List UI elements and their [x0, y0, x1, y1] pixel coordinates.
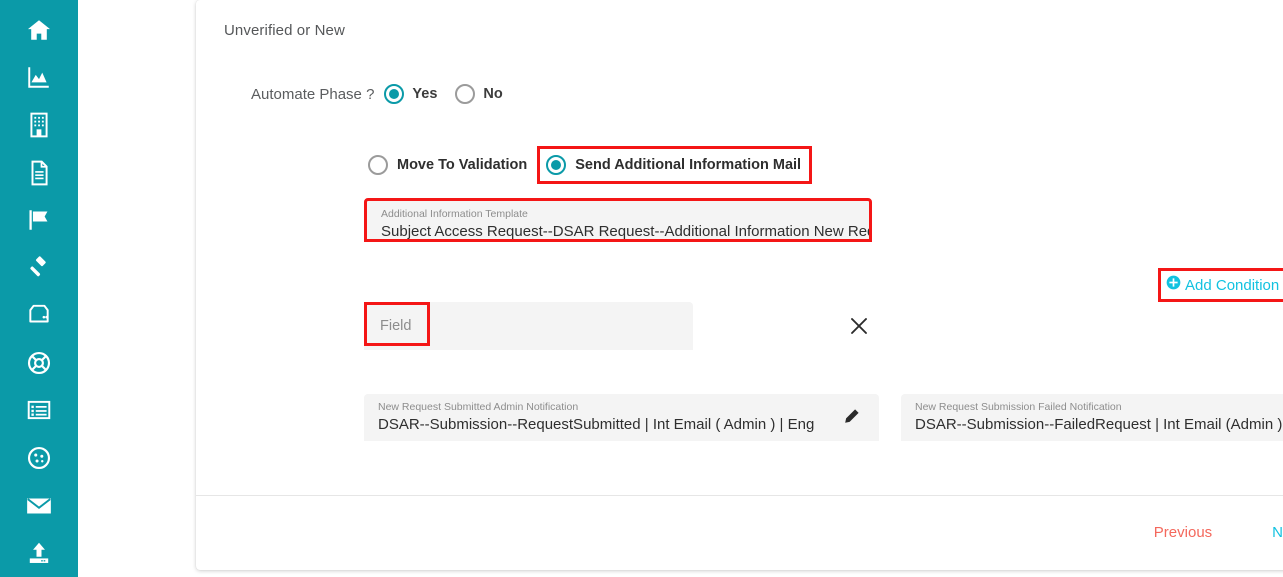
new-request-submission-failed-notification-value: DSAR--Submission--FailedRequest | Int Em… [915, 416, 1283, 433]
sidebar-item-flags[interactable] [0, 196, 78, 244]
sidebar-item-upload[interactable] [0, 529, 78, 577]
radio-no-indicator[interactable] [455, 84, 476, 104]
server-icon [26, 304, 52, 326]
sidebar-item-mail[interactable] [0, 482, 78, 530]
condition-field-placeholder: Field [380, 318, 412, 334]
sidebar-item-server[interactable] [0, 291, 78, 339]
card-footer: Previous Next [196, 495, 1283, 570]
edit-admin-notification-button[interactable] [839, 405, 863, 429]
document-icon [27, 160, 51, 186]
main-content: Unverified or New Automate Phase ? Yes N… [78, 0, 1283, 577]
chart-area-icon [26, 64, 52, 90]
wizard-navigation: Previous Next [1140, 518, 1283, 547]
automate-phase-label: Automate Phase ? [251, 85, 375, 103]
flag-icon [26, 207, 52, 233]
new-request-submission-failed-notification-field[interactable]: New Request Submission Failed Notificati… [901, 394, 1283, 441]
new-request-submission-failed-notification-label: New Request Submission Failed Notificati… [915, 401, 1122, 413]
gavel-icon [26, 255, 52, 281]
main-sidebar [0, 0, 78, 577]
lifebuoy-icon [26, 350, 52, 376]
next-button[interactable]: Next [1258, 518, 1283, 547]
additional-information-template-value: Subject Access Request--DSAR Request--Ad… [381, 223, 872, 240]
action-move-to-validation-label: Move To Validation [397, 157, 528, 173]
list-view-icon [26, 399, 52, 421]
sidebar-item-analytics[interactable] [0, 54, 78, 102]
condition-field-input[interactable]: Field [364, 302, 693, 350]
sidebar-item-home[interactable] [0, 6, 78, 54]
additional-information-template-field[interactable]: Additional Information Template Subject … [364, 198, 872, 242]
envelope-icon [25, 495, 53, 517]
sidebar-item-support[interactable] [0, 339, 78, 387]
app-root: Unverified or New Automate Phase ? Yes N… [0, 0, 1283, 577]
sidebar-item-documents[interactable] [0, 149, 78, 197]
phase-config-body: Unverified or New Automate Phase ? Yes N… [196, 0, 1283, 495]
radio-no-label: No [483, 86, 503, 102]
radio-send-additional-information-mail-indicator[interactable] [546, 155, 567, 175]
automate-phase-radio-group: Yes No [384, 84, 520, 104]
action-option-move-to-validation[interactable]: Move To Validation [366, 151, 529, 179]
sidebar-item-legal[interactable] [0, 244, 78, 292]
add-condition-button[interactable]: Add Condition [1158, 268, 1283, 302]
new-request-submitted-admin-notification-label: New Request Submitted Admin Notification [378, 401, 579, 413]
upload-icon [26, 541, 52, 565]
remove-condition-button[interactable] [846, 315, 872, 341]
pencil-icon [845, 409, 859, 423]
automate-phase-row: Automate Phase ? Yes No [251, 84, 521, 104]
cookie-icon [26, 445, 52, 471]
new-request-submitted-admin-notification-field[interactable]: New Request Submitted Admin Notification… [364, 394, 879, 441]
building-icon [27, 112, 51, 138]
radio-yes-label: Yes [412, 86, 438, 102]
automate-phase-option-no[interactable]: No [455, 84, 503, 104]
phase-config-card: Unverified or New Automate Phase ? Yes N… [196, 0, 1283, 570]
action-option-send-additional-information-mail[interactable]: Send Additional Information Mail [537, 146, 813, 184]
new-request-submitted-admin-notification-value: DSAR--Submission--RequestSubmitted | Int… [378, 416, 815, 433]
page-title: Unverified or New [224, 22, 345, 39]
sidebar-item-records[interactable] [0, 387, 78, 435]
home-icon [26, 17, 52, 43]
action-send-additional-information-mail-label: Send Additional Information Mail [575, 157, 802, 173]
radio-move-to-validation-indicator[interactable] [368, 155, 388, 175]
phase-action-radio-group: Move To Validation Send Additional Infor… [366, 146, 813, 184]
radio-yes-indicator[interactable] [384, 84, 405, 104]
sidebar-item-organization[interactable] [0, 101, 78, 149]
additional-information-template-label: Additional Information Template [381, 208, 528, 220]
sidebar-item-cookies[interactable] [0, 434, 78, 482]
close-icon [848, 315, 870, 342]
plus-circle-icon [1166, 275, 1181, 295]
add-condition-label: Add Condition [1185, 276, 1280, 294]
automate-phase-option-yes[interactable]: Yes [384, 84, 437, 104]
previous-button[interactable]: Previous [1140, 518, 1226, 547]
